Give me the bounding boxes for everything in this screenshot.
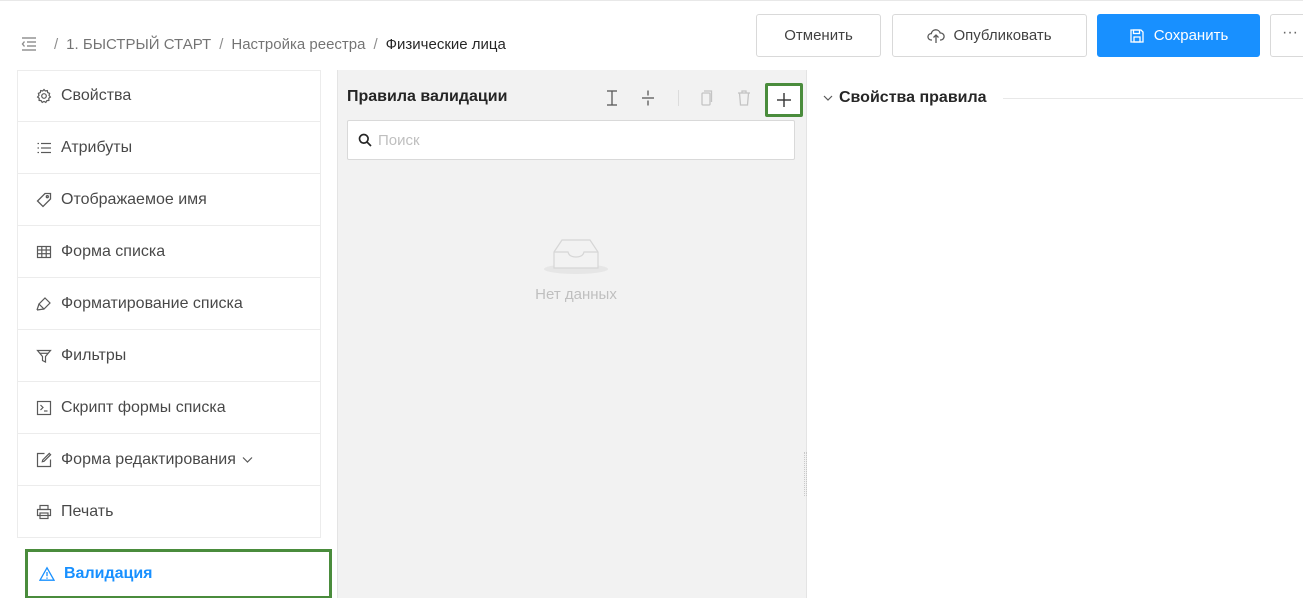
empty-state: Нет данных bbox=[516, 218, 636, 318]
sidebar-item-label: Скрипт формы списка bbox=[61, 398, 226, 416]
cancel-button[interactable]: Отменить bbox=[756, 14, 881, 57]
delete-icon[interactable] bbox=[736, 89, 752, 107]
collapse-all-icon[interactable] bbox=[640, 89, 656, 107]
expand-all-icon[interactable] bbox=[604, 89, 620, 107]
chevron-down-icon[interactable] bbox=[823, 94, 833, 102]
more-icon: ··· bbox=[1282, 23, 1298, 41]
sidebar-item-list-formatting[interactable]: Форматирование списка bbox=[17, 278, 321, 330]
search-field bbox=[347, 120, 795, 160]
breadcrumb-separator: / bbox=[219, 35, 224, 53]
filter-icon bbox=[36, 348, 52, 364]
sidebar-item-validation[interactable]: Валидация bbox=[25, 549, 332, 598]
breadcrumb: / 1. БЫСТРЫЙ СТАРТ / Настройка реестра /… bbox=[20, 33, 506, 55]
sidebar-item-properties[interactable]: Свойства bbox=[17, 70, 321, 122]
section-divider bbox=[1002, 97, 1303, 99]
table-icon bbox=[36, 244, 52, 260]
sidebar-item-list-form-script[interactable]: Скрипт формы списка bbox=[17, 382, 321, 434]
sidebar-item-label: Форматирование списка bbox=[61, 294, 243, 312]
rule-properties-title: Свойства правила bbox=[839, 89, 987, 106]
sidebar-item-filters[interactable]: Фильтры bbox=[17, 330, 321, 382]
empty-inbox-icon bbox=[544, 239, 608, 274]
save-button-label: Сохранить bbox=[1153, 27, 1229, 44]
save-icon bbox=[1130, 28, 1144, 43]
sidebar-item-edit-form[interactable]: Форма редактирования bbox=[17, 434, 321, 486]
validation-rules-panel: Правила валидации Нет данных bbox=[337, 70, 807, 598]
warning-icon bbox=[39, 566, 55, 582]
highlight-icon bbox=[36, 296, 52, 312]
toolbar-divider bbox=[678, 90, 679, 106]
sidebar-item-label: Форма списка bbox=[61, 242, 166, 260]
chevron-down-icon[interactable] bbox=[242, 456, 253, 464]
copy-icon[interactable] bbox=[698, 89, 714, 107]
breadcrumb-separator: / bbox=[54, 35, 59, 53]
sidebar-item-label: Валидация bbox=[64, 565, 153, 582]
sidebar-item-print[interactable]: Печать bbox=[17, 486, 321, 538]
publish-button[interactable]: Опубликовать bbox=[892, 14, 1087, 57]
settings-icon bbox=[36, 88, 52, 104]
sidebar-item-attributes[interactable]: Атрибуты bbox=[17, 122, 321, 174]
breadcrumb-item-registry-settings[interactable]: Настройка реестра bbox=[231, 36, 365, 53]
sidebar-item-display-name[interactable]: Отображаемое имя bbox=[17, 174, 321, 226]
plus-icon bbox=[777, 93, 791, 107]
printer-icon bbox=[36, 504, 52, 520]
list-icon bbox=[36, 140, 52, 156]
rules-panel-title: Правила валидации bbox=[347, 88, 508, 105]
sidebar-item-label: Отображаемое имя bbox=[61, 190, 207, 208]
header: / 1. БЫСТРЫЙ СТАРТ / Настройка реестра /… bbox=[0, 0, 1303, 62]
breadcrumb-item-quick-start[interactable]: 1. БЫСТРЫЙ СТАРТ bbox=[66, 36, 211, 53]
save-button[interactable]: Сохранить bbox=[1097, 14, 1260, 57]
sidebar-item-label: Форма редактирования bbox=[61, 450, 236, 468]
sidebar-item-label: Фильтры bbox=[61, 346, 127, 364]
rule-properties-section: Свойства правила bbox=[823, 86, 1303, 110]
publish-button-label: Опубликовать bbox=[953, 27, 1052, 44]
code-icon bbox=[36, 400, 52, 416]
sidebar-item-list-form[interactable]: Форма списка bbox=[17, 226, 321, 278]
sidebar-item-label: Свойства bbox=[61, 87, 132, 104]
panel-resize-handle[interactable] bbox=[804, 452, 807, 496]
search-input[interactable] bbox=[378, 131, 778, 149]
sidebar: Свойства Атрибуты Отображаемое имя Форма… bbox=[17, 70, 332, 598]
breadcrumb-current: Физические лица bbox=[385, 35, 506, 53]
cloud-upload-icon bbox=[927, 28, 946, 43]
cancel-button-label: Отменить bbox=[784, 27, 853, 44]
add-rule-button[interactable] bbox=[765, 83, 803, 117]
search-icon bbox=[358, 133, 372, 147]
edit-icon bbox=[36, 452, 52, 468]
more-button[interactable]: ··· bbox=[1270, 14, 1303, 57]
sidebar-item-label: Атрибуты bbox=[61, 138, 133, 156]
menu-fold-icon[interactable] bbox=[20, 35, 38, 53]
tag-icon bbox=[36, 192, 52, 208]
empty-state-text: Нет данных bbox=[535, 286, 617, 303]
sidebar-item-label: Печать bbox=[61, 502, 114, 520]
breadcrumb-separator: / bbox=[373, 35, 378, 53]
